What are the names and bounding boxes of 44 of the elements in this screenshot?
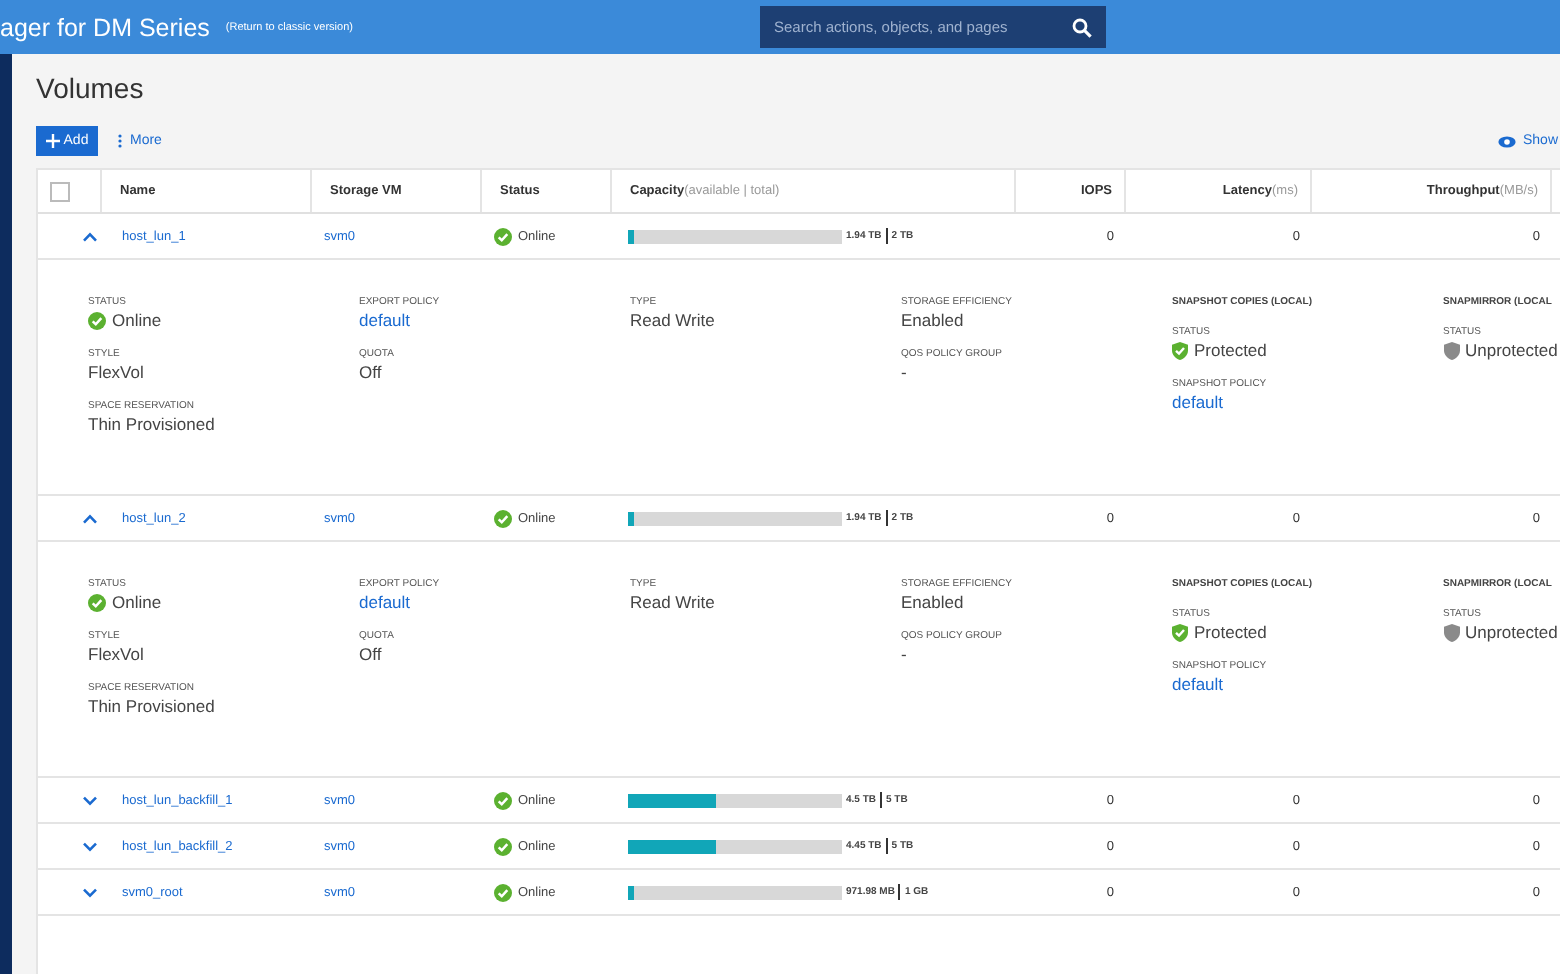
eye-icon	[1498, 135, 1517, 147]
chevron-icon[interactable]	[82, 887, 98, 897]
field-value: FlexVol	[88, 644, 144, 664]
policy-link[interactable]: default	[359, 592, 411, 612]
field-value: -	[901, 362, 907, 382]
field-value: Protected	[1194, 340, 1267, 360]
field-value: Online	[112, 310, 162, 330]
plus-icon	[45, 134, 60, 148]
shield-icon	[1443, 341, 1459, 359]
shield-icon	[1443, 623, 1459, 641]
field-value: -	[901, 644, 907, 664]
field-value: Thin Provisioned	[88, 414, 215, 434]
field-value: Protected	[1194, 622, 1267, 642]
field-value: Enabled	[901, 310, 964, 330]
check-circle-icon	[494, 837, 512, 855]
field-value: Unprotected	[1465, 340, 1558, 360]
field-value: FlexVol	[88, 362, 144, 382]
check-circle-icon	[494, 227, 512, 245]
select-all-checkbox[interactable]	[50, 181, 70, 201]
check-circle-icon	[88, 311, 106, 329]
field-value: Online	[112, 592, 162, 612]
chevron-icon[interactable]	[82, 795, 98, 805]
policy-link[interactable]: default	[359, 310, 411, 330]
field-value: Thin Provisioned	[88, 696, 215, 716]
shield-check-icon	[1172, 341, 1188, 359]
chevron-icon[interactable]	[82, 513, 98, 523]
field-value: Read Write	[630, 310, 715, 330]
field-value: Off	[359, 644, 382, 664]
field-value: Off	[359, 362, 382, 382]
app-title: ager for DM Series	[0, 13, 210, 41]
field-value: Enabled	[901, 592, 964, 612]
search-icon[interactable]	[1072, 17, 1092, 37]
check-circle-icon	[494, 791, 512, 809]
field-value: Unprotected	[1465, 622, 1558, 642]
check-circle-icon	[88, 593, 106, 611]
check-circle-icon	[494, 509, 512, 527]
shield-check-icon	[1172, 623, 1188, 641]
chevron-icon[interactable]	[82, 231, 98, 241]
check-circle-icon	[494, 883, 512, 901]
chevron-icon[interactable]	[82, 841, 98, 851]
policy-link[interactable]: default	[1172, 392, 1224, 412]
policy-link[interactable]: default	[1172, 674, 1224, 694]
page-title: Volumes	[36, 72, 146, 108]
field-value: Read Write	[630, 592, 715, 612]
